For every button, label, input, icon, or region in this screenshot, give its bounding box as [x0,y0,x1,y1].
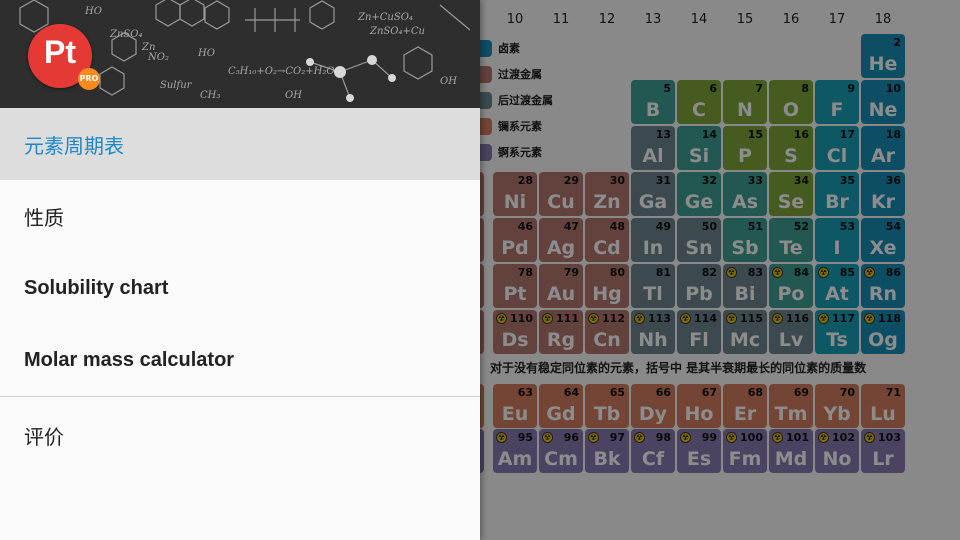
svg-text:Zn+CuSO₄: Zn+CuSO₄ [357,12,413,23]
drawer-item-solubility-chart[interactable]: Solubility chart [0,252,480,324]
drawer-item-rate[interactable]: 评价 [0,399,480,471]
drawer-divider [0,396,480,397]
svg-text:C₅H₁₀+O₂→CO₂+H₂O: C₅H₁₀+O₂→CO₂+H₂O [228,66,335,77]
pro-badge: PRO [78,68,100,90]
drawer-scrim[interactable] [480,0,960,540]
drawer-item-molar-mass-calculator[interactable]: Molar mass calculator [0,324,480,396]
drawer-item-label: Solubility chart [24,276,169,299]
svg-text:HO: HO [84,6,102,17]
drawer-item-label: 性质 [24,205,64,230]
svg-text:ZnSO₄: ZnSO₄ [109,29,142,40]
drawer-item-properties[interactable]: 性质 [0,180,480,252]
svg-text:Sulfur: Sulfur [160,80,193,91]
drawer-item-label: Molar mass calculator [24,348,235,371]
drawer-header: HO ZnSO₄ Zn HO NO₂ Zn+CuSO₄ ZnSO₄+Cu C₅H… [0,0,480,108]
navigation-drawer: HO ZnSO₄ Zn HO NO₂ Zn+CuSO₄ ZnSO₄+Cu C₅H… [0,0,480,540]
svg-text:HO: HO [197,48,215,59]
drawer-item-periodic-table[interactable]: 元素周期表 [0,108,480,180]
drawer-item-label: 元素周期表 [24,133,124,158]
svg-text:CH₃: CH₃ [200,90,220,101]
svg-text:OH: OH [285,90,302,101]
svg-text:NO₂: NO₂ [147,52,169,63]
svg-text:OH: OH [440,76,457,87]
drawer-item-label: 评价 [24,424,64,449]
logo-text: Pt [44,34,76,70]
svg-text:ZnSO₄+Cu: ZnSO₄+Cu [369,26,425,37]
